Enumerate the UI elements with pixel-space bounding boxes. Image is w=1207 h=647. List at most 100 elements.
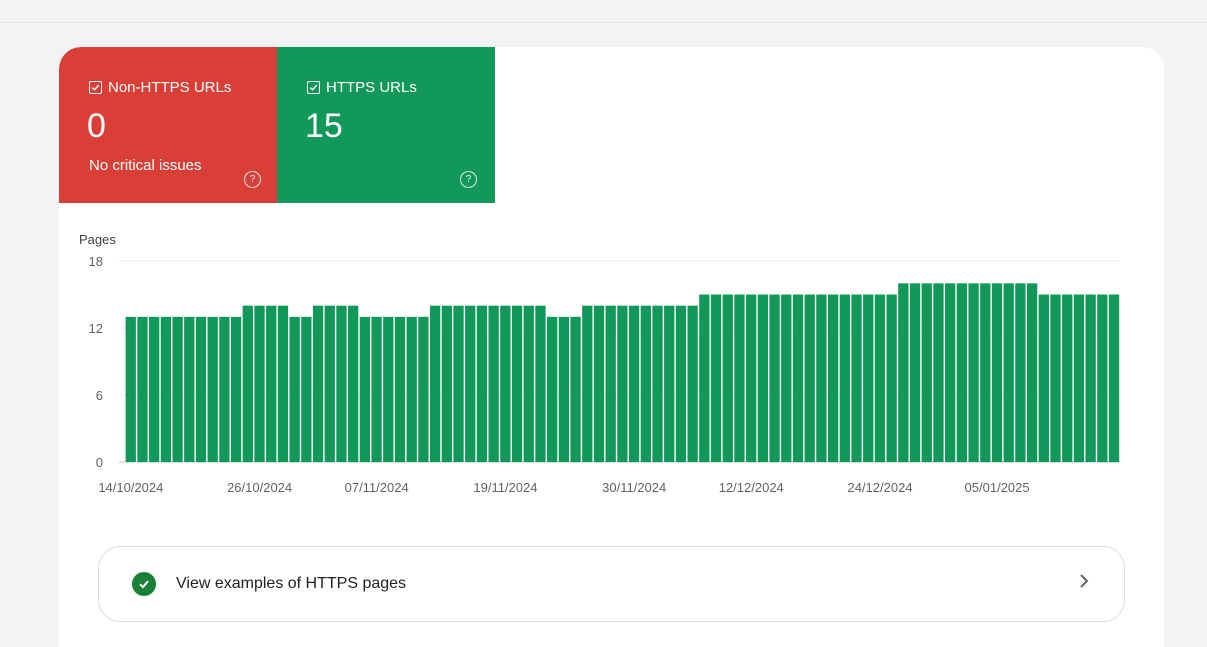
bar[interactable] bbox=[336, 305, 347, 462]
bar[interactable] bbox=[792, 294, 804, 463]
bar[interactable] bbox=[429, 305, 441, 462]
bar[interactable] bbox=[1050, 294, 1061, 463]
bar[interactable] bbox=[640, 305, 651, 462]
bar[interactable] bbox=[476, 305, 488, 462]
bar[interactable] bbox=[757, 294, 769, 463]
bar[interactable] bbox=[769, 294, 780, 463]
bar[interactable] bbox=[324, 305, 335, 462]
bar[interactable] bbox=[652, 305, 663, 462]
bar[interactable] bbox=[184, 316, 195, 462]
bar[interactable] bbox=[710, 294, 722, 463]
help-circle-icon[interactable]: ? bbox=[460, 171, 477, 188]
bar[interactable] bbox=[348, 305, 359, 462]
chevron-right-icon[interactable] bbox=[1078, 573, 1090, 589]
y-tick-label: 12 bbox=[89, 321, 103, 336]
bar[interactable] bbox=[816, 294, 827, 463]
bar[interactable] bbox=[254, 305, 265, 462]
checkbox-checked-icon[interactable] bbox=[89, 81, 102, 94]
bar[interactable] bbox=[207, 316, 218, 462]
non-https-urls-tile[interactable]: Non-HTTPS URLs 0 No critical issues ? bbox=[59, 47, 277, 203]
bar[interactable] bbox=[687, 305, 698, 462]
bar[interactable] bbox=[172, 316, 183, 462]
bar[interactable] bbox=[1026, 283, 1038, 462]
bar[interactable] bbox=[500, 305, 511, 462]
bar[interactable] bbox=[675, 305, 687, 462]
bar[interactable] bbox=[523, 305, 534, 462]
bar[interactable] bbox=[277, 305, 289, 462]
bar[interactable] bbox=[1015, 283, 1026, 462]
bar[interactable] bbox=[558, 316, 570, 462]
bar[interactable] bbox=[886, 294, 897, 463]
bar[interactable] bbox=[1085, 294, 1096, 463]
https-count: 15 bbox=[305, 107, 343, 145]
bar[interactable] bbox=[921, 283, 932, 462]
bar[interactable] bbox=[547, 316, 558, 462]
y-tick-labels: 0 6 12 18 bbox=[89, 254, 103, 470]
bar[interactable] bbox=[593, 305, 605, 462]
bar[interactable] bbox=[312, 305, 324, 462]
bar[interactable] bbox=[582, 305, 593, 462]
bar[interactable] bbox=[195, 316, 207, 462]
bar[interactable] bbox=[746, 294, 757, 463]
bar[interactable] bbox=[1097, 294, 1108, 463]
bar[interactable] bbox=[383, 316, 394, 462]
bar[interactable] bbox=[219, 316, 230, 462]
bar[interactable] bbox=[991, 283, 1003, 462]
bar[interactable] bbox=[359, 316, 371, 462]
bar[interactable] bbox=[909, 283, 921, 462]
bar[interactable] bbox=[149, 316, 160, 462]
bar[interactable] bbox=[980, 283, 991, 462]
bar[interactable] bbox=[465, 305, 476, 462]
bar[interactable] bbox=[664, 305, 675, 462]
bar[interactable] bbox=[137, 316, 148, 462]
bar[interactable] bbox=[628, 305, 640, 462]
bar[interactable] bbox=[617, 305, 628, 462]
bar[interactable] bbox=[804, 294, 815, 463]
help-circle-icon[interactable]: ? bbox=[244, 171, 261, 188]
bar[interactable] bbox=[734, 294, 745, 463]
bar[interactable] bbox=[898, 283, 909, 462]
bar[interactable] bbox=[968, 283, 979, 462]
bar[interactable] bbox=[242, 305, 253, 462]
bar[interactable] bbox=[160, 316, 172, 462]
bar[interactable] bbox=[230, 316, 242, 462]
x-tick-label: 24/12/2024 bbox=[847, 480, 912, 495]
bar[interactable] bbox=[266, 305, 277, 462]
bar[interactable] bbox=[535, 305, 546, 462]
bar[interactable] bbox=[1062, 294, 1073, 463]
bar[interactable] bbox=[874, 294, 886, 463]
bar[interactable] bbox=[1073, 294, 1085, 463]
non-https-count: 0 bbox=[87, 107, 106, 145]
bar[interactable] bbox=[827, 294, 839, 463]
y-tick-label: 18 bbox=[89, 254, 103, 269]
bar[interactable] bbox=[441, 305, 452, 462]
bar[interactable] bbox=[781, 294, 792, 463]
bar[interactable] bbox=[1038, 294, 1049, 463]
bar[interactable] bbox=[418, 316, 429, 462]
bar[interactable] bbox=[945, 283, 956, 462]
checkbox-checked-icon[interactable] bbox=[307, 81, 320, 94]
bar[interactable] bbox=[699, 294, 710, 463]
bar[interactable] bbox=[301, 316, 312, 462]
bar[interactable] bbox=[406, 316, 417, 462]
https-urls-tile[interactable]: HTTPS URLs 15 ? bbox=[277, 47, 495, 203]
bar[interactable] bbox=[511, 305, 523, 462]
bar[interactable] bbox=[1108, 294, 1120, 463]
x-tick-label: 26/10/2024 bbox=[227, 480, 292, 495]
bar[interactable] bbox=[570, 316, 581, 462]
bar[interactable] bbox=[371, 316, 382, 462]
bar[interactable] bbox=[394, 316, 406, 462]
bar[interactable] bbox=[956, 283, 968, 462]
bar[interactable] bbox=[863, 294, 874, 463]
bar[interactable] bbox=[851, 294, 862, 463]
bar[interactable] bbox=[453, 305, 464, 462]
bar[interactable] bbox=[933, 283, 944, 462]
bar[interactable] bbox=[488, 305, 499, 462]
bar[interactable] bbox=[1003, 283, 1014, 462]
bar[interactable] bbox=[125, 316, 136, 462]
bar[interactable] bbox=[722, 294, 733, 463]
bar[interactable] bbox=[289, 316, 300, 462]
view-examples-button[interactable]: View examples of HTTPS pages bbox=[98, 546, 1125, 622]
bar[interactable] bbox=[839, 294, 850, 463]
bar[interactable] bbox=[605, 305, 616, 462]
